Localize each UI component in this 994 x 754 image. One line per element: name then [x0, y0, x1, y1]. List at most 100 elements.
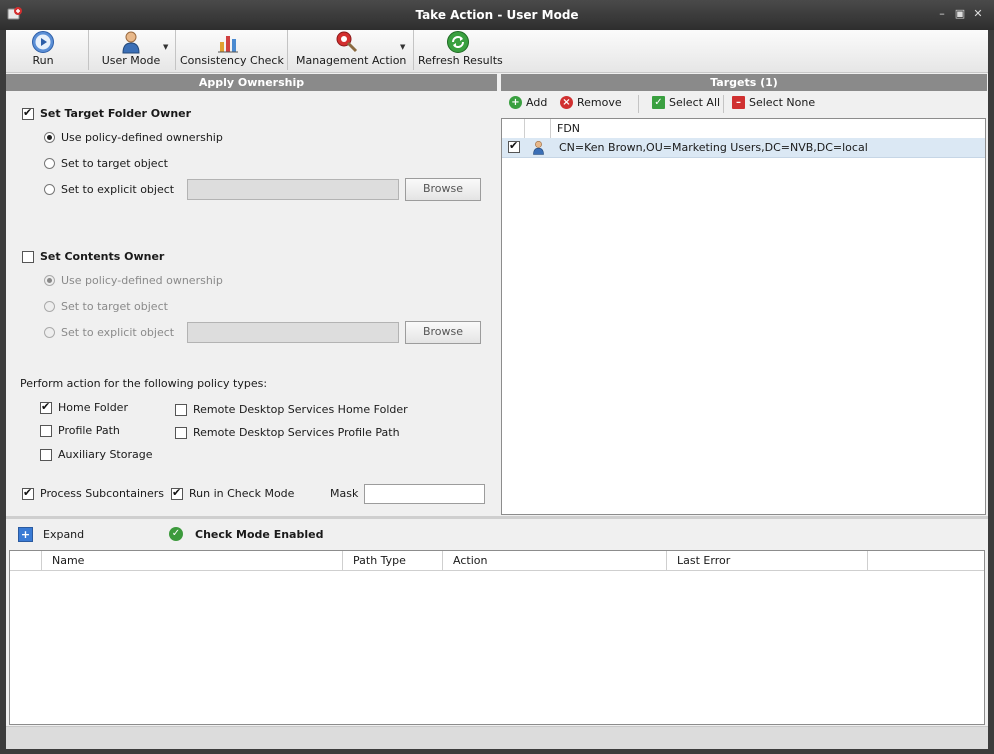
column-header-action[interactable]: Action	[443, 551, 667, 570]
column-header-check[interactable]	[502, 119, 525, 138]
policy-home-folder-checkbox[interactable]: Home Folder	[40, 400, 128, 414]
title-bar[interactable]: Take Action - User Mode – ▣ ✕	[0, 0, 994, 30]
contents-option-policy-defined[interactable]: Use policy-defined ownership	[44, 274, 223, 287]
radio-icon[interactable]	[44, 184, 55, 195]
checkbox-icon[interactable]	[40, 424, 52, 437]
target-explicit-object-field[interactable]	[187, 179, 399, 200]
refresh-results-label: Refresh Results	[418, 54, 503, 67]
radio-label: Set to target object	[61, 300, 168, 313]
radio-label: Use policy-defined ownership	[61, 131, 223, 144]
set-target-folder-owner-label: Set Target Folder Owner	[40, 107, 192, 120]
radio-icon[interactable]	[44, 158, 55, 169]
radio-label: Use policy-defined ownership	[61, 274, 223, 287]
add-button[interactable]: + Add	[509, 96, 547, 109]
minimize-icon[interactable]: –	[936, 8, 948, 20]
row-checkbox[interactable]	[508, 139, 520, 153]
toolbar-separator	[723, 95, 724, 113]
check-circle-icon: ✓	[169, 527, 183, 541]
take-action-window: Take Action - User Mode – ▣ ✕ Run User M…	[0, 0, 994, 754]
column-header-path-type[interactable]: Path Type	[343, 551, 443, 570]
target-option-policy-defined[interactable]: Use policy-defined ownership	[44, 131, 223, 144]
restore-icon[interactable]: ▣	[954, 8, 966, 20]
chevron-down-icon[interactable]: ▼	[163, 43, 168, 51]
contents-explicit-object-field[interactable]	[187, 322, 399, 343]
results-grid-header: Name Path Type Action Last Error	[10, 551, 984, 571]
target-option-target-object[interactable]: Set to target object	[44, 157, 168, 170]
check-mode-status: ✓ Check Mode Enabled	[169, 527, 323, 541]
expand-icon: +	[18, 527, 33, 542]
close-icon[interactable]: ✕	[972, 8, 984, 20]
expand-button[interactable]: + Expand	[18, 527, 84, 542]
checkbox-icon[interactable]	[175, 426, 187, 439]
select-none-button[interactable]: – Select None	[732, 96, 815, 109]
contents-option-explicit-object[interactable]: Set to explicit object	[44, 326, 174, 339]
target-browse-button[interactable]: Browse	[405, 178, 481, 201]
remove-icon: ×	[560, 96, 573, 109]
toolbar-separator	[287, 30, 288, 70]
contents-option-target-object[interactable]: Set to target object	[44, 300, 168, 313]
run-in-check-mode-checkbox[interactable]: Run in Check Mode	[171, 486, 295, 500]
remove-button[interactable]: × Remove	[560, 96, 622, 109]
radio-selected-icon[interactable]	[44, 132, 55, 143]
window-title: Take Action - User Mode	[415, 8, 579, 22]
add-icon: +	[509, 96, 522, 109]
select-all-button[interactable]: ✓ Select All	[652, 96, 720, 109]
policy-rds-home-folder-checkbox[interactable]: Remote Desktop Services Home Folder	[175, 403, 408, 416]
checkbox-checked-icon[interactable]	[22, 486, 34, 500]
toolbar-separator	[175, 30, 176, 70]
process-subcontainers-checkbox[interactable]: Process Subcontainers	[22, 486, 164, 500]
results-grid: Name Path Type Action Last Error	[9, 550, 985, 725]
mask-input[interactable]	[364, 484, 485, 504]
select-all-label: Select All	[669, 96, 721, 109]
user-mode-label: User Mode	[101, 54, 161, 67]
checkbox-checked-icon[interactable]	[40, 400, 52, 414]
targets-grid: FDN CN=Ken Brown,OU=Marketing Users,DC=N…	[501, 118, 986, 515]
radio-selected-icon[interactable]	[44, 275, 55, 286]
column-header-last-error[interactable]: Last Error	[667, 551, 868, 570]
radio-icon[interactable]	[44, 301, 55, 312]
consistency-check-label: Consistency Check	[180, 54, 284, 67]
management-action-button[interactable]: Management Action ▼	[296, 30, 406, 72]
column-header-blank[interactable]	[10, 551, 42, 570]
run-icon	[32, 31, 54, 53]
set-contents-owner-label: Set Contents Owner	[40, 250, 165, 263]
checkbox-icon[interactable]	[175, 403, 187, 416]
checkbox-icon[interactable]	[40, 448, 52, 461]
refresh-results-button[interactable]: Refresh Results	[418, 30, 503, 72]
user-icon	[122, 31, 140, 54]
column-header-name[interactable]: Name	[42, 551, 343, 570]
main-toolbar: Run User Mode ▼ Consistency Check Manage…	[6, 30, 988, 73]
contents-browse-button[interactable]: Browse	[405, 321, 481, 344]
policy-rds-profile-path-checkbox[interactable]: Remote Desktop Services Profile Path	[175, 426, 400, 439]
checkbox-checked-icon[interactable]	[171, 486, 183, 500]
column-header-icon[interactable]	[525, 119, 551, 138]
targets-header: Targets (1)	[501, 74, 987, 91]
run-button[interactable]: Run	[20, 30, 66, 72]
checkbox-label: Home Folder	[58, 401, 128, 414]
consistency-check-button[interactable]: Consistency Check	[180, 30, 284, 72]
select-none-icon: –	[732, 96, 745, 109]
user-icon	[533, 140, 544, 155]
status-bar	[6, 726, 988, 749]
target-option-explicit-object[interactable]: Set to explicit object	[44, 183, 174, 196]
checkbox-checked-icon[interactable]	[22, 106, 34, 120]
set-contents-owner-checkbox[interactable]: Set Contents Owner	[22, 250, 164, 263]
checkbox-label: Auxiliary Storage	[58, 448, 153, 461]
user-mode-button[interactable]: User Mode ▼	[96, 30, 168, 72]
check-mode-label: Check Mode Enabled	[195, 527, 324, 541]
policy-profile-path-checkbox[interactable]: Profile Path	[40, 424, 120, 437]
column-header-fdn[interactable]: FDN	[551, 119, 985, 138]
radio-icon[interactable]	[44, 327, 55, 338]
chevron-down-icon[interactable]: ▼	[400, 43, 405, 51]
checkbox-label: Run in Check Mode	[189, 487, 295, 500]
checkbox-icon[interactable]	[22, 250, 34, 263]
policy-auxiliary-storage-checkbox[interactable]: Auxiliary Storage	[40, 448, 152, 461]
remove-label: Remove	[577, 96, 622, 109]
management-action-icon	[336, 31, 358, 53]
set-target-folder-owner-checkbox[interactable]: Set Target Folder Owner	[22, 106, 192, 120]
toolbar-separator	[638, 95, 639, 113]
checkbox-label: Remote Desktop Services Home Folder	[193, 403, 408, 416]
table-row[interactable]: CN=Ken Brown,OU=Marketing Users,DC=NVB,D…	[502, 138, 985, 158]
refresh-icon	[447, 31, 469, 53]
targets-panel: Targets (1) + Add × Remove ✓ Select All …	[501, 74, 987, 515]
